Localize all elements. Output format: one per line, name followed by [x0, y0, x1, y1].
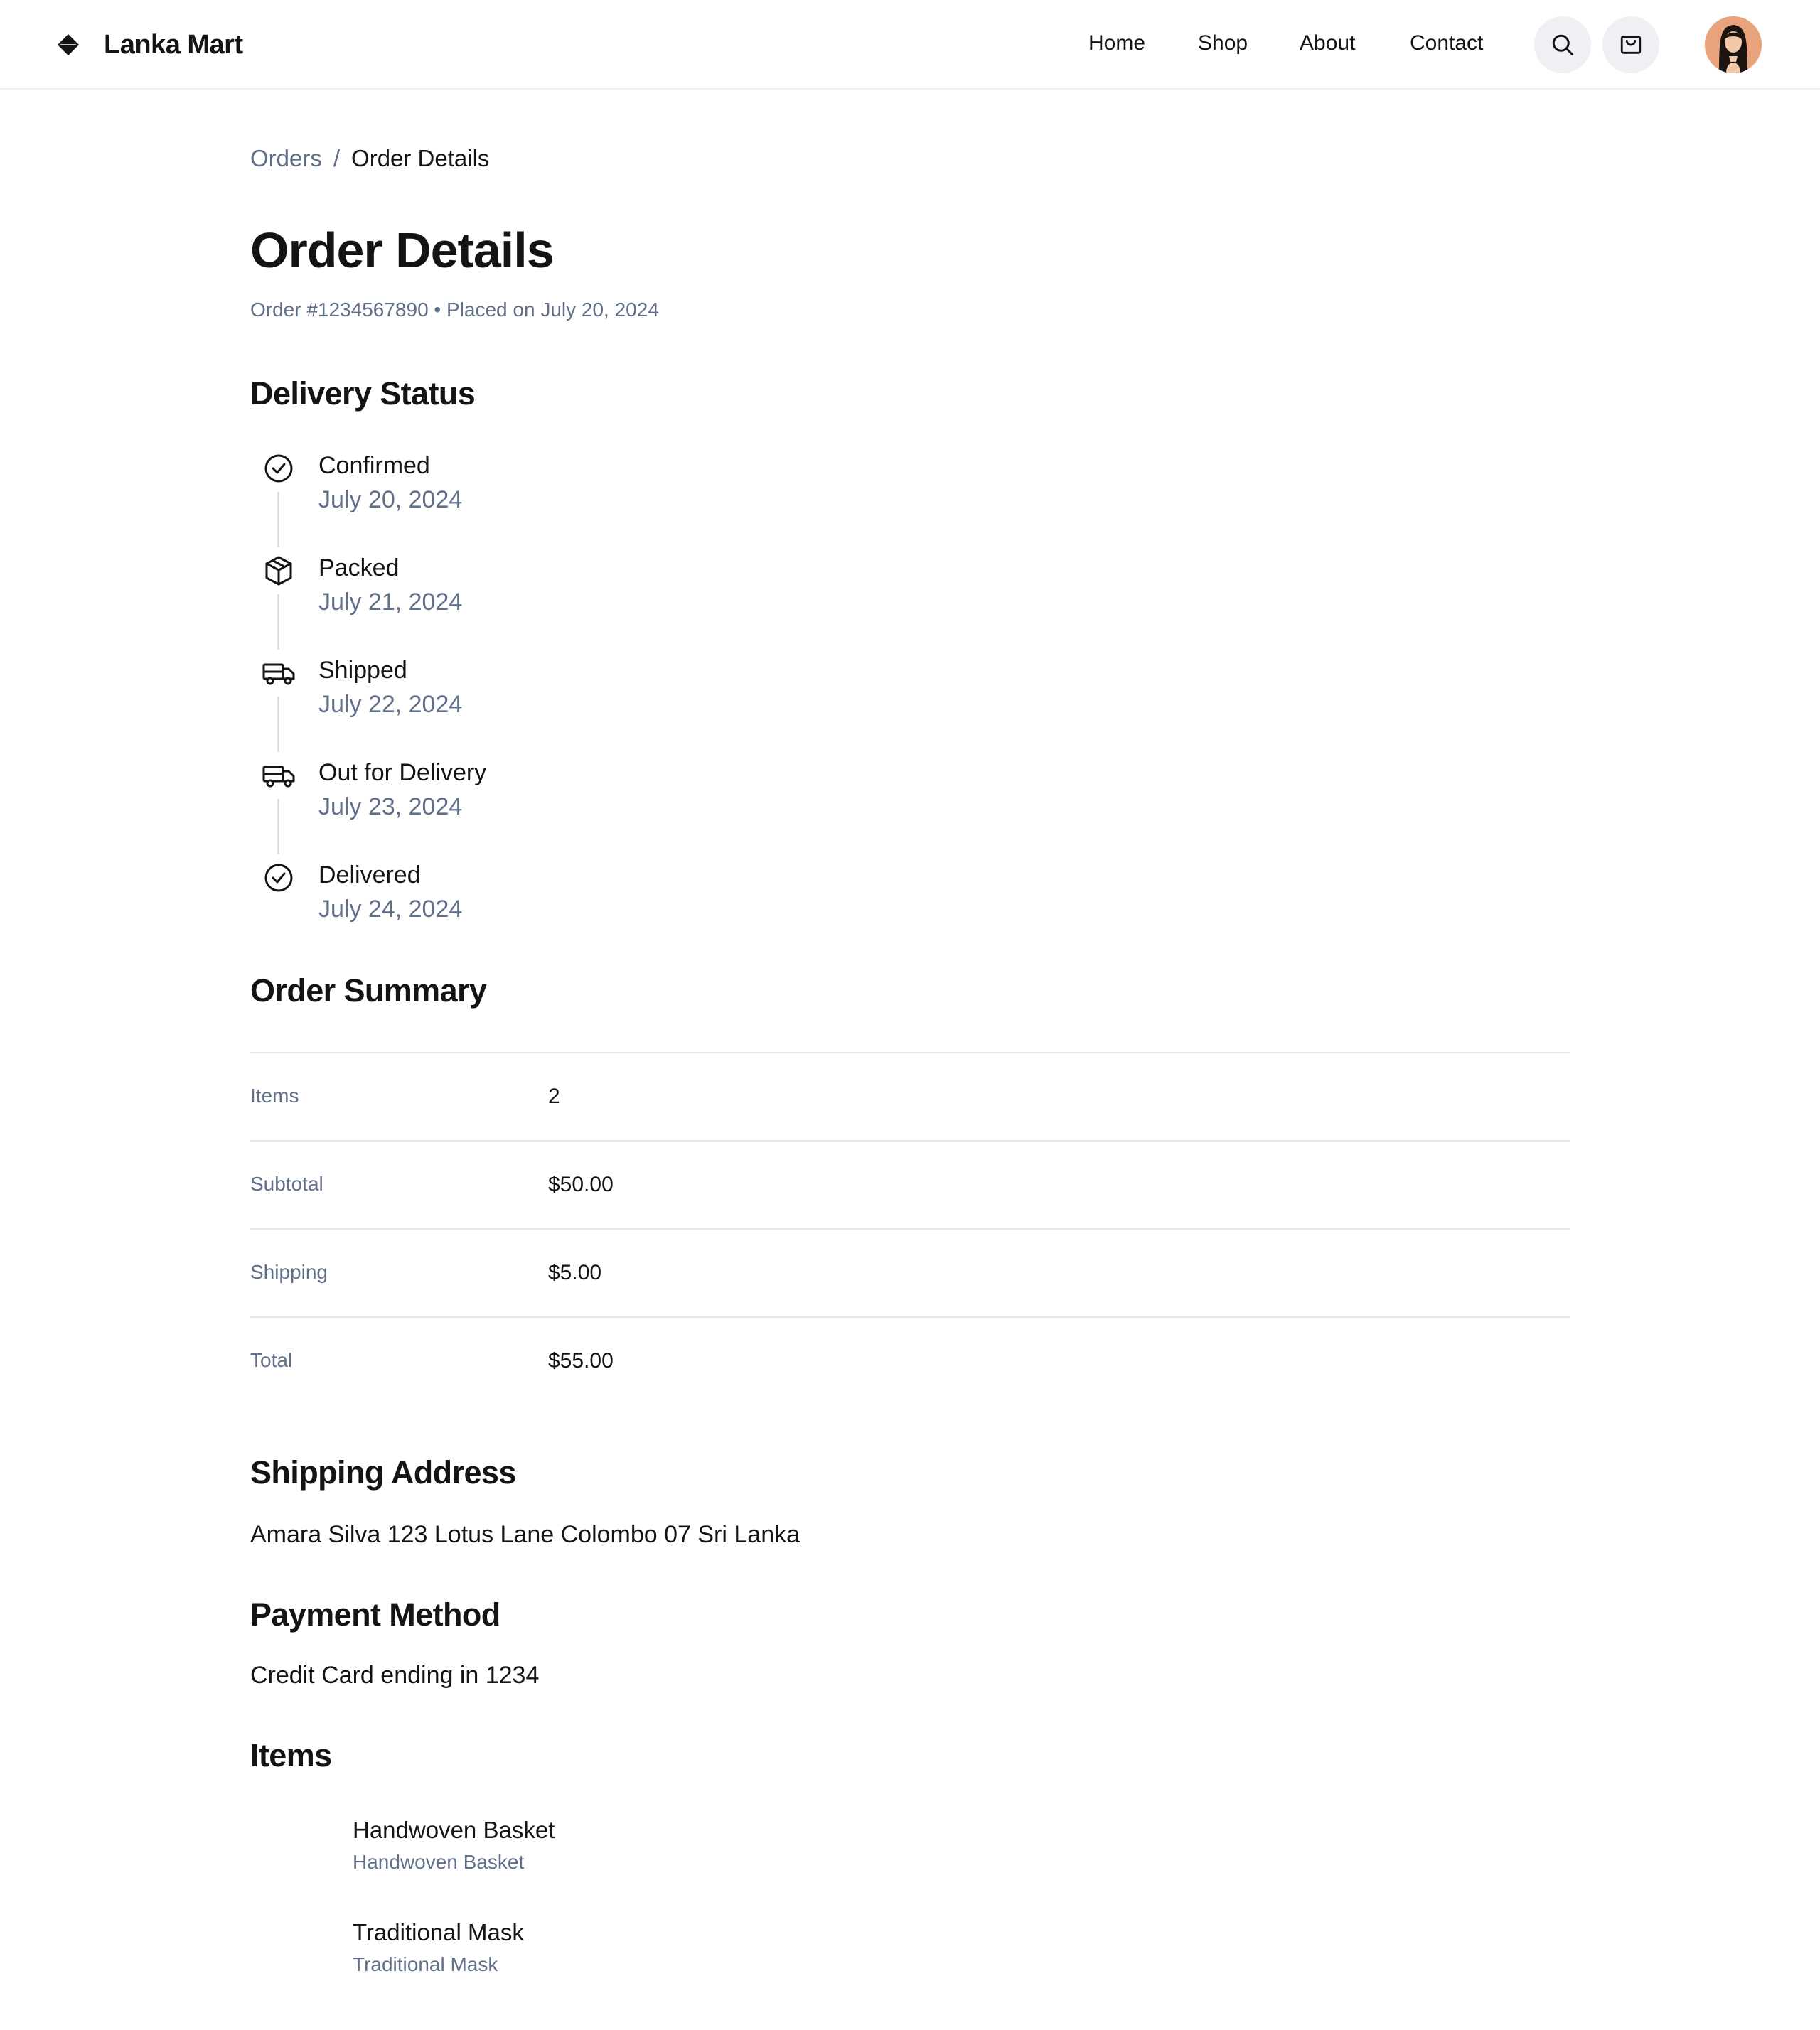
summary-row-items: Items 2	[250, 1052, 1570, 1140]
timeline-step-date: July 21, 2024	[318, 589, 463, 616]
summary-label: Total	[250, 1349, 293, 1371]
timeline-step-packed: Packed July 21, 2024	[250, 550, 961, 652]
timeline-step-label: Delivered	[318, 861, 421, 888]
summary-value: $55.00	[548, 1349, 614, 1373]
brand[interactable]: Lanka Mart	[57, 0, 243, 90]
timeline-connector	[277, 594, 279, 650]
timeline-connector	[277, 492, 279, 547]
timeline-step-date: July 20, 2024	[318, 486, 463, 513]
payment-method-text: Credit Card ending in 1234	[250, 1662, 540, 1689]
nav-shop-link[interactable]: Shop	[1198, 31, 1248, 55]
nav-contact-link[interactable]: Contact	[1410, 31, 1483, 55]
nav-home-link[interactable]: Home	[1088, 31, 1145, 55]
timeline-step-confirmed: Confirmed July 20, 2024	[250, 448, 961, 550]
user-avatar[interactable]	[1705, 16, 1762, 73]
summary-label: Subtotal	[250, 1173, 323, 1195]
payment-method-heading: Payment Method	[250, 1596, 500, 1633]
truck-icon	[262, 663, 295, 685]
nav-about-link[interactable]: About	[1300, 31, 1355, 55]
summary-value: 2	[548, 1085, 560, 1108]
timeline-step-delivered: Delivered July 24, 2024	[250, 857, 961, 960]
breadcrumb: Orders / Order Details	[250, 145, 489, 172]
brand-name: Lanka Mart	[104, 29, 243, 60]
timeline-step-date: July 22, 2024	[318, 691, 463, 718]
item-name: Handwoven Basket	[353, 1817, 555, 1843]
item-name: Traditional Mask	[353, 1919, 524, 1945]
order-summary-heading: Order Summary	[250, 972, 487, 1009]
timeline-step-date: July 24, 2024	[318, 896, 463, 923]
timeline-connector	[277, 799, 279, 854]
summary-row-shipping: Shipping $5.00	[250, 1228, 1570, 1316]
timeline-step-label: Out for Delivery	[318, 759, 487, 786]
top-navigation-bar: Lanka Mart Home Shop About Contact	[0, 0, 1820, 90]
shipping-address-text: Amara Silva 123 Lotus Lane Colombo 07 Sr…	[250, 1521, 801, 1548]
items-heading: Items	[250, 1737, 332, 1773]
cart-button[interactable]	[1602, 16, 1659, 73]
timeline-step-shipped: Shipped July 22, 2024	[250, 652, 961, 755]
breadcrumb-separator: /	[333, 145, 341, 171]
item-subtitle: Traditional Mask	[353, 1953, 498, 1975]
timeline-step-date: July 23, 2024	[318, 793, 463, 820]
timeline-step-label: Packed	[318, 554, 400, 581]
avatar-portrait-icon	[1705, 16, 1762, 73]
item-subtitle: Handwoven Basket	[353, 1851, 525, 1873]
summary-label: Items	[250, 1085, 299, 1107]
delivery-status-heading: Delivery Status	[250, 375, 476, 412]
truck-icon	[262, 766, 295, 788]
breadcrumb-orders-link[interactable]: Orders	[250, 145, 322, 171]
package-icon	[265, 556, 292, 586]
timeline-step-out-for-delivery: Out for Delivery July 23, 2024	[250, 755, 961, 857]
summary-label: Shipping	[250, 1261, 328, 1283]
summary-row-subtotal: Subtotal $50.00	[250, 1140, 1570, 1228]
page-title: Order Details	[250, 222, 555, 278]
summary-value: $50.00	[548, 1173, 614, 1196]
diamond-logo-icon	[58, 34, 79, 55]
timeline-connector	[277, 697, 279, 752]
shopping-bag-icon	[1620, 36, 1642, 54]
timeline-step-label: Confirmed	[318, 452, 430, 479]
breadcrumb-current: Order Details	[351, 145, 490, 171]
timeline-step-label: Shipped	[318, 657, 407, 684]
search-button[interactable]	[1534, 16, 1591, 73]
shipping-address-heading: Shipping Address	[250, 1454, 516, 1491]
check-circle-icon	[264, 454, 293, 483]
summary-value: $5.00	[548, 1261, 602, 1284]
search-icon	[1552, 34, 1573, 55]
check-circle-icon	[264, 864, 293, 892]
summary-row-total: Total $55.00	[250, 1316, 1570, 1405]
order-meta: Order #1234567890 • Placed on July 20, 2…	[250, 299, 659, 321]
